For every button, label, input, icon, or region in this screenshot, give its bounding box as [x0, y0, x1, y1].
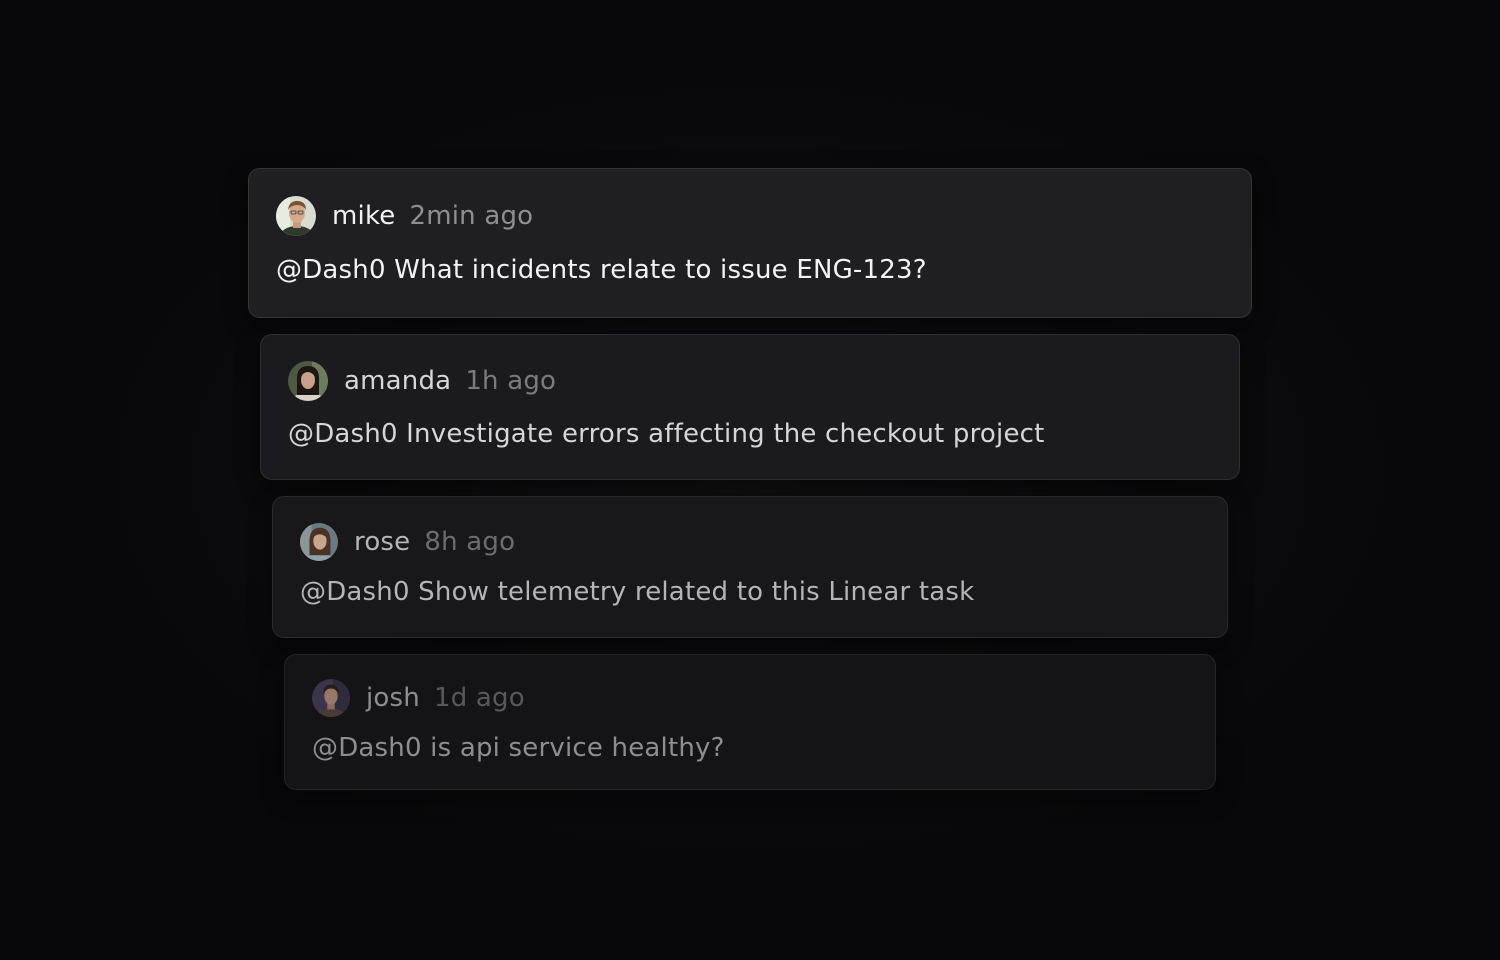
- comment-message: @Dash0 is api service healthy?: [312, 733, 725, 763]
- comment-author[interactable]: rose: [354, 527, 410, 557]
- comment-card-mike[interactable]: mike 2min ago @Dash0 What incidents rela…: [248, 168, 1252, 318]
- comment-header: josh 1d ago: [312, 678, 525, 718]
- avatar-rose[interactable]: [300, 523, 338, 561]
- comment-stack: mike 2min ago @Dash0 What incidents rela…: [0, 0, 1500, 960]
- comment-message: @Dash0 Investigate errors affecting the …: [288, 419, 1045, 449]
- comment-header: mike 2min ago: [276, 196, 533, 236]
- comment-card-amanda[interactable]: amanda 1h ago @Dash0 Investigate errors …: [260, 334, 1240, 480]
- avatar-amanda[interactable]: [288, 361, 328, 401]
- comment-timestamp: 1d ago: [433, 683, 525, 713]
- comment-author[interactable]: mike: [332, 201, 395, 231]
- avatar-josh[interactable]: [312, 679, 350, 717]
- comment-card-rose[interactable]: rose 8h ago @Dash0 Show telemetry relate…: [272, 496, 1228, 638]
- comment-card-josh[interactable]: josh 1d ago @Dash0 is api service health…: [284, 654, 1216, 790]
- comment-header: amanda 1h ago: [288, 361, 556, 401]
- comment-timestamp: 8h ago: [424, 527, 516, 557]
- comment-header: rose 8h ago: [300, 522, 515, 562]
- comment-message: @Dash0 Show telemetry related to this Li…: [300, 577, 975, 607]
- comment-author[interactable]: amanda: [344, 366, 451, 396]
- comment-timestamp: 2min ago: [409, 201, 534, 231]
- comment-message: @Dash0 What incidents relate to issue EN…: [276, 255, 927, 285]
- avatar-mike[interactable]: [276, 196, 316, 236]
- comment-timestamp: 1h ago: [465, 366, 557, 396]
- comment-author[interactable]: josh: [366, 683, 420, 713]
